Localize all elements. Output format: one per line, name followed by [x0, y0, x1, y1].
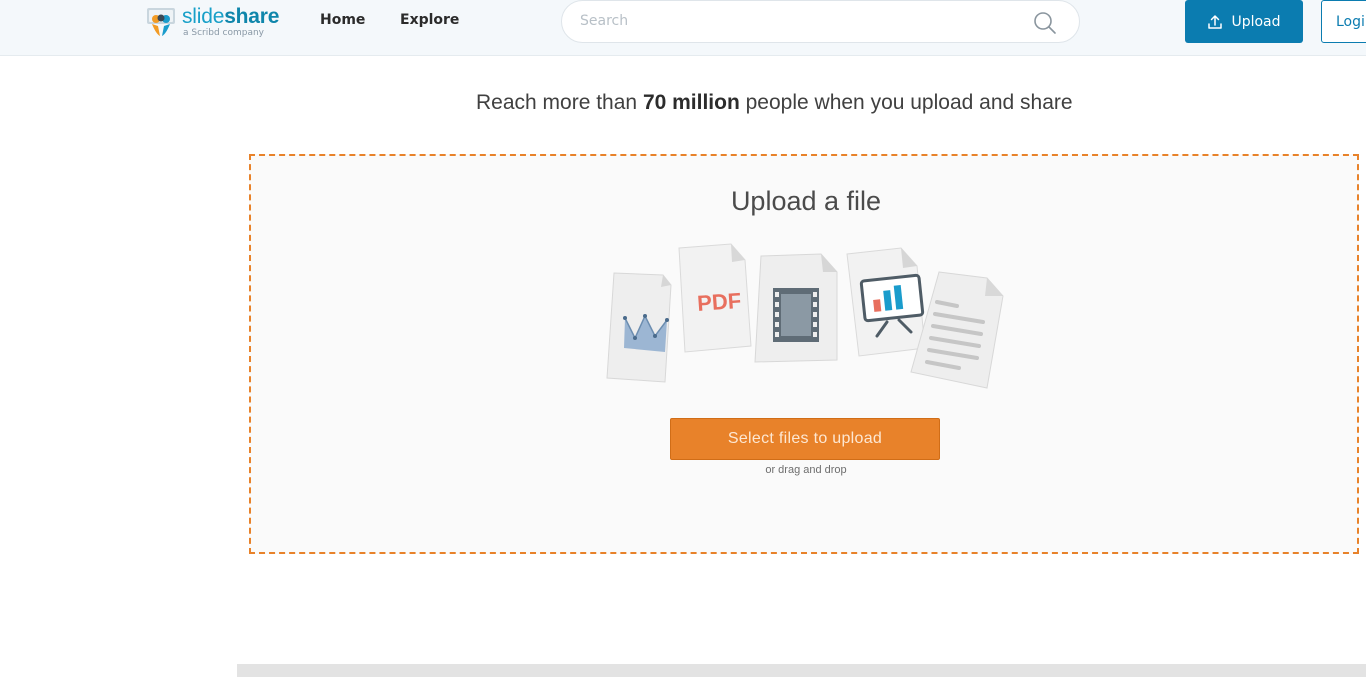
presentation-document-icon: [846, 247, 926, 357]
upload-button-label: Upload: [1231, 13, 1281, 30]
nav-home-link[interactable]: Home: [320, 12, 365, 28]
reach-tagline: Reach more than 70 million people when y…: [476, 91, 1073, 114]
header-upload-button[interactable]: Upload: [1185, 0, 1303, 43]
logo-wordmark: slideshare: [182, 5, 280, 28]
upload-icon: [1208, 14, 1223, 29]
text-document-icon: [910, 271, 1004, 389]
reach-highlight: 70 million: [642, 91, 740, 114]
nav-explore-link[interactable]: Explore: [400, 12, 459, 28]
pdf-label: PDF: [696, 288, 742, 316]
logo-tagline: a Scribd company: [183, 28, 265, 38]
search-input[interactable]: [580, 13, 1000, 29]
login-button[interactable]: Login: [1321, 0, 1366, 43]
top-header: slideshare a Scribd company Home Explore…: [0, 0, 1366, 56]
search-box: [561, 0, 1080, 43]
chart-document-icon: [606, 272, 672, 383]
slideshare-logo-icon: [146, 6, 176, 38]
footer-bar: [237, 664, 1366, 677]
search-icon[interactable]: [1033, 11, 1057, 35]
upload-title: Upload a file: [730, 186, 882, 216]
pdf-document-icon: PDF: [678, 243, 752, 353]
drag-and-drop-hint: or drag and drop: [765, 464, 847, 476]
video-document-icon: [754, 253, 838, 363]
select-files-button[interactable]: Select files to upload: [670, 418, 940, 460]
upload-dropzone[interactable]: Upload a file PDF Select files to upload…: [249, 154, 1359, 554]
login-button-label: Login: [1336, 13, 1366, 30]
slideshare-logo[interactable]: slideshare a Scribd company: [146, 4, 279, 40]
file-types-illustration: PDF: [606, 243, 1004, 389]
